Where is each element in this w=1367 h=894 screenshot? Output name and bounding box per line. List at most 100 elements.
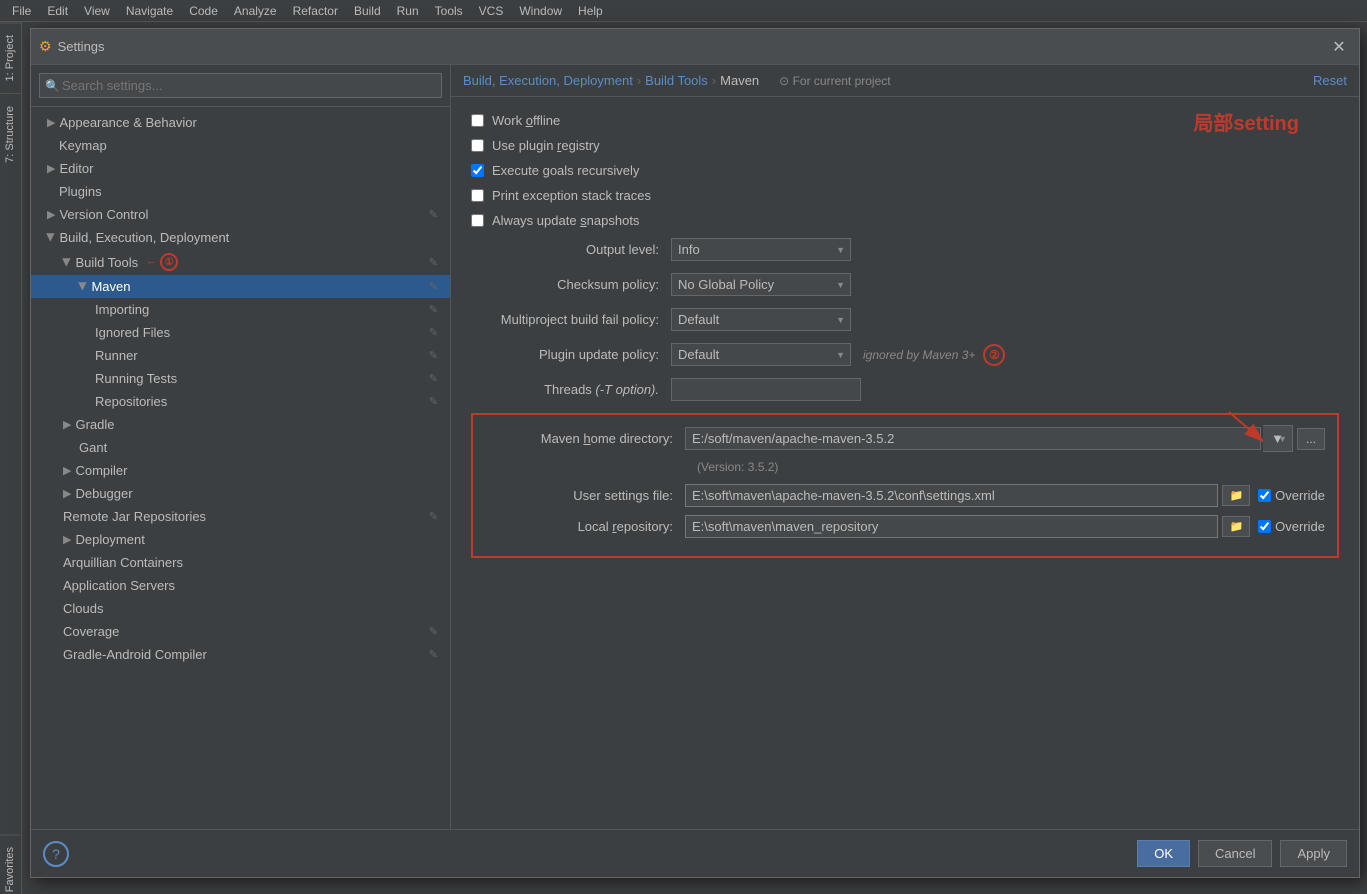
checksum-policy-select[interactable]: No Global Policy Ignore Warn Fail (671, 273, 851, 296)
checksum-policy-label: Checksum policy: (471, 277, 671, 292)
sidebar-item-appearance[interactable]: ▶ Appearance & Behavior (31, 111, 450, 134)
breadcrumb-build-tools[interactable]: Build Tools (645, 73, 708, 88)
maven-home-dropdown-btn[interactable]: ▼ (1263, 425, 1293, 452)
checkbox-always-update: Always update snapshots (471, 213, 1339, 228)
sidebar-item-editor[interactable]: ▶ Editor (31, 157, 450, 180)
edit-icon: ✎ (429, 372, 438, 385)
local-repo-input[interactable] (685, 515, 1218, 538)
menu-refactor[interactable]: Refactor (285, 2, 346, 20)
multiproject-select[interactable]: Default Never At End Immediately (671, 308, 851, 331)
sidebar-item-keymap[interactable]: Keymap (31, 134, 450, 157)
apply-button[interactable]: Apply (1280, 840, 1347, 867)
sidebar-item-plugins[interactable]: Plugins (31, 180, 450, 203)
annotation-1: ← ① (146, 253, 178, 271)
menu-code[interactable]: Code (181, 2, 226, 20)
sidebar-item-remote-jar[interactable]: Remote Jar Repositories ✎ (31, 505, 450, 528)
local-repo-row: Local repository: 📁 Override (485, 515, 1325, 538)
sidebar-item-gant[interactable]: Gant (31, 436, 450, 459)
sidebar-item-debugger[interactable]: ▶ Debugger (31, 482, 450, 505)
menu-navigate[interactable]: Navigate (118, 2, 181, 20)
local-repo-override-checkbox[interactable] (1258, 520, 1271, 533)
use-plugin-checkbox[interactable] (471, 139, 484, 152)
edit-icon: ✎ (429, 326, 438, 339)
sidebar-item-ignored-files[interactable]: Ignored Files ✎ (31, 321, 450, 344)
user-settings-override-checkbox[interactable] (1258, 489, 1271, 502)
user-settings-input[interactable] (685, 484, 1218, 507)
menu-view[interactable]: View (76, 2, 118, 20)
local-repo-folder-btn[interactable]: 📁 (1222, 516, 1250, 537)
local-repo-override-label[interactable]: Override (1275, 519, 1325, 534)
sidebar-item-deployment[interactable]: ▶ Deployment (31, 528, 450, 551)
sidebar-item-gradle[interactable]: ▶ Gradle (31, 413, 450, 436)
menu-analyze[interactable]: Analyze (226, 2, 285, 20)
side-tab-favorites[interactable]: 2: Favorites (0, 834, 21, 894)
sidebar-item-compiler[interactable]: ▶ Compiler (31, 459, 450, 482)
sidebar-item-gradle-android[interactable]: Gradle-Android Compiler ✎ (31, 643, 450, 666)
sidebar-item-arquillian[interactable]: Arquillian Containers (31, 551, 450, 574)
always-update-checkbox[interactable] (471, 214, 484, 227)
ok-button[interactable]: OK (1137, 840, 1190, 867)
menu-run[interactable]: Run (389, 2, 427, 20)
output-level-select[interactable]: Info Debug Warning Error (671, 238, 851, 261)
expand-arrow: ▶ (47, 116, 55, 129)
execute-goals-label[interactable]: Execute goals recursively (492, 163, 639, 178)
sidebar-item-clouds[interactable]: Clouds (31, 597, 450, 620)
print-exception-label[interactable]: Print exception stack traces (492, 188, 651, 203)
dialog-title: Settings (58, 39, 105, 54)
settings-dialog: ⚙ Settings ✕ 🔍 ▶ Appear (30, 28, 1360, 878)
sidebar-item-coverage[interactable]: Coverage ✎ (31, 620, 450, 643)
edit-icon: ✎ (429, 280, 438, 293)
menu-help[interactable]: Help (570, 2, 611, 20)
breadcrumb-build[interactable]: Build, Execution, Deployment (463, 73, 633, 88)
plugin-update-select[interactable]: Default Always Never Interval (671, 343, 851, 366)
local-repo-label: Local repository: (485, 519, 685, 534)
side-tab-project[interactable]: 1: Project (0, 22, 21, 93)
menu-vcs[interactable]: VCS (471, 2, 512, 20)
menu-file[interactable]: File (4, 2, 39, 20)
breadcrumb-maven: Maven (720, 73, 759, 88)
sidebar-item-build-tools[interactable]: ▶ Build Tools ← ① ✎ (31, 249, 450, 275)
threads-input[interactable] (671, 378, 861, 401)
sidebar-item-repositories[interactable]: Repositories ✎ (31, 390, 450, 413)
sidebar-item-running-tests[interactable]: Running Tests ✎ (31, 367, 450, 390)
user-settings-folder-btn[interactable]: 📁 (1222, 485, 1250, 506)
always-update-label[interactable]: Always update snapshots (492, 213, 639, 228)
dialog-title-bar: ⚙ Settings ✕ (31, 29, 1359, 65)
sidebar-item-maven[interactable]: ▶ Maven ✎ (31, 275, 450, 298)
plugin-update-note: ignored by Maven 3+ (863, 348, 975, 362)
output-level-label: Output level: (471, 242, 671, 257)
reset-link[interactable]: Reset (1313, 73, 1347, 88)
maven-home-input[interactable] (685, 427, 1261, 450)
expand-arrow: ▶ (77, 282, 90, 290)
expand-arrow: ▶ (63, 487, 71, 500)
execute-goals-checkbox[interactable] (471, 164, 484, 177)
side-tabs: 1: Project 7: Structure 2: Favorites (0, 22, 22, 894)
menu-build[interactable]: Build (346, 2, 389, 20)
breadcrumb-sep-2: › (712, 73, 716, 88)
search-input[interactable] (39, 73, 442, 98)
cancel-button[interactable]: Cancel (1198, 840, 1272, 867)
sidebar-item-runner[interactable]: Runner ✎ (31, 344, 450, 367)
close-button[interactable]: ✕ (1327, 35, 1351, 59)
expand-arrow: ▶ (45, 233, 58, 241)
side-tab-structure[interactable]: 7: Structure (0, 93, 21, 175)
menu-tools[interactable]: Tools (427, 2, 471, 20)
work-offline-checkbox[interactable] (471, 114, 484, 127)
menu-window[interactable]: Window (511, 2, 570, 20)
sidebar-item-importing[interactable]: Importing ✎ (31, 298, 450, 321)
maven-home-browse-btn[interactable]: ... (1297, 428, 1325, 450)
sidebar-item-build-exec[interactable]: ▶ Build, Execution, Deployment (31, 226, 450, 249)
for-current-project: For current project (779, 74, 890, 88)
print-exception-checkbox[interactable] (471, 189, 484, 202)
user-settings-override-label[interactable]: Override (1275, 488, 1325, 503)
sidebar-item-app-servers[interactable]: Application Servers (31, 574, 450, 597)
sidebar-item-version-control[interactable]: ▶ Version Control ✎ (31, 203, 450, 226)
use-plugin-label[interactable]: Use plugin registry (492, 138, 600, 153)
output-level-select-wrapper: Info Debug Warning Error (671, 238, 851, 261)
work-offline-label[interactable]: Work offline (492, 113, 560, 128)
user-settings-override-check: Override (1258, 488, 1325, 503)
menu-edit[interactable]: Edit (39, 2, 76, 20)
nav-tree: ▶ Appearance & Behavior Keymap ▶ Editor … (31, 107, 450, 829)
maven-home-row: Maven home directory: ▼ ... (485, 425, 1325, 452)
help-button[interactable]: ? (43, 841, 69, 867)
